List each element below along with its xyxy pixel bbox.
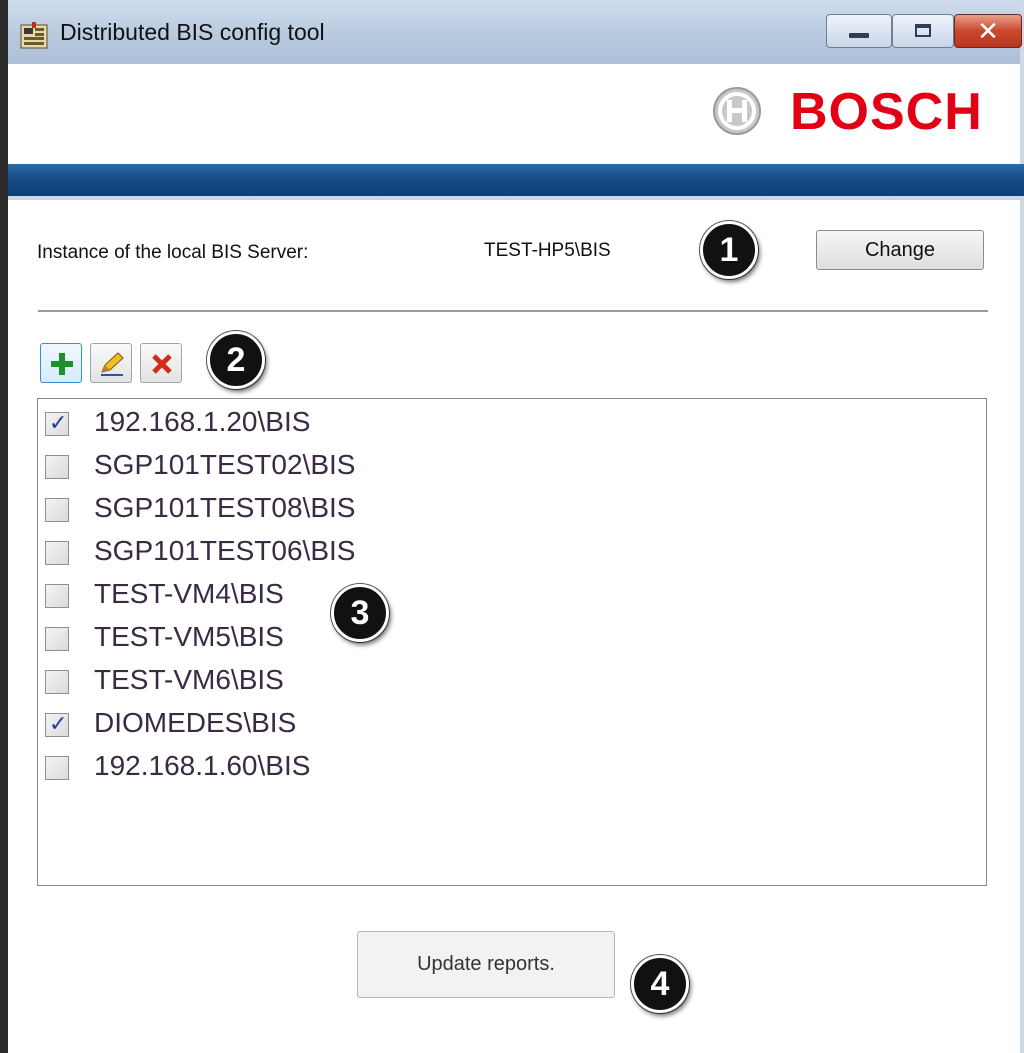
- list-item[interactable]: 192.168.1.60\BIS: [38, 746, 986, 788]
- callout-3: 3: [331, 584, 389, 642]
- instance-label: Instance of the local BIS Server:: [37, 242, 309, 263]
- delete-server-button[interactable]: [140, 343, 182, 383]
- add-server-button[interactable]: [40, 343, 82, 383]
- server-checkbox[interactable]: [45, 498, 69, 522]
- check-mark-icon: ✓: [49, 410, 68, 435]
- server-checkbox[interactable]: [45, 541, 69, 565]
- window-frame-left: [0, 0, 8, 1053]
- maximize-icon: [915, 24, 931, 37]
- server-label: SGP101TEST02\BIS: [94, 449, 356, 480]
- server-label: TEST-VM4\BIS: [94, 578, 284, 609]
- server-label: SGP101TEST06\BIS: [94, 535, 356, 566]
- list-item[interactable]: SGP101TEST06\BIS: [38, 531, 986, 573]
- list-item[interactable]: TEST-VM6\BIS: [38, 660, 986, 702]
- delete-icon: [152, 354, 172, 374]
- server-label: DIOMEDES\BIS: [94, 707, 297, 738]
- change-button[interactable]: Change: [816, 230, 984, 270]
- close-icon: ✕: [977, 16, 999, 46]
- separator: [38, 310, 988, 312]
- callout-1: 1: [700, 221, 758, 279]
- minimize-button[interactable]: [826, 14, 892, 48]
- app-icon: [20, 22, 48, 49]
- server-checkbox[interactable]: [45, 670, 69, 694]
- window-frame-right: [1020, 0, 1024, 1053]
- server-checkbox[interactable]: [45, 627, 69, 651]
- window-title: Distributed BIS config tool: [60, 19, 325, 45]
- bosch-logo: BOSCH: [790, 83, 983, 141]
- instance-value: TEST-HP5\BIS: [484, 240, 611, 261]
- server-label: 192.168.1.20\BIS: [94, 406, 311, 437]
- header-band: [8, 164, 1024, 200]
- server-label: TEST-VM6\BIS: [94, 664, 284, 695]
- list-item[interactable]: TEST-VM4\BIS: [38, 574, 986, 616]
- server-checkbox[interactable]: [45, 756, 69, 780]
- minimize-icon: [849, 33, 869, 38]
- list-item[interactable]: TEST-VM5\BIS: [38, 617, 986, 659]
- list-item[interactable]: ✓ 192.168.1.20\BIS: [38, 402, 986, 444]
- callout-2: 2: [207, 331, 265, 389]
- close-button[interactable]: ✕: [954, 14, 1022, 48]
- maximize-button[interactable]: [892, 14, 954, 48]
- bosch-emblem-icon: [713, 87, 761, 135]
- add-icon: [51, 353, 73, 375]
- edit-icon: [101, 352, 124, 376]
- server-checkbox[interactable]: [45, 455, 69, 479]
- list-item[interactable]: SGP101TEST08\BIS: [38, 488, 986, 530]
- server-checkbox[interactable]: [45, 584, 69, 608]
- server-checkbox[interactable]: ✓: [45, 410, 69, 436]
- server-list[interactable]: ✓ 192.168.1.20\BIS SGP101TEST02\BIS SGP1…: [37, 398, 987, 886]
- list-item[interactable]: ✓ DIOMEDES\BIS: [38, 703, 986, 745]
- server-checkbox[interactable]: ✓: [45, 711, 69, 737]
- check-mark-icon: ✓: [49, 711, 68, 736]
- callout-4: 4: [631, 955, 689, 1013]
- update-reports-button[interactable]: Update reports.: [357, 931, 615, 998]
- title-bar[interactable]: Distributed BIS config tool ✕: [8, 0, 1022, 64]
- server-label: TEST-VM5\BIS: [94, 621, 284, 652]
- server-label: 192.168.1.60\BIS: [94, 750, 311, 781]
- edit-server-button[interactable]: [90, 343, 132, 383]
- list-item[interactable]: SGP101TEST02\BIS: [38, 445, 986, 487]
- server-label: SGP101TEST08\BIS: [94, 492, 356, 523]
